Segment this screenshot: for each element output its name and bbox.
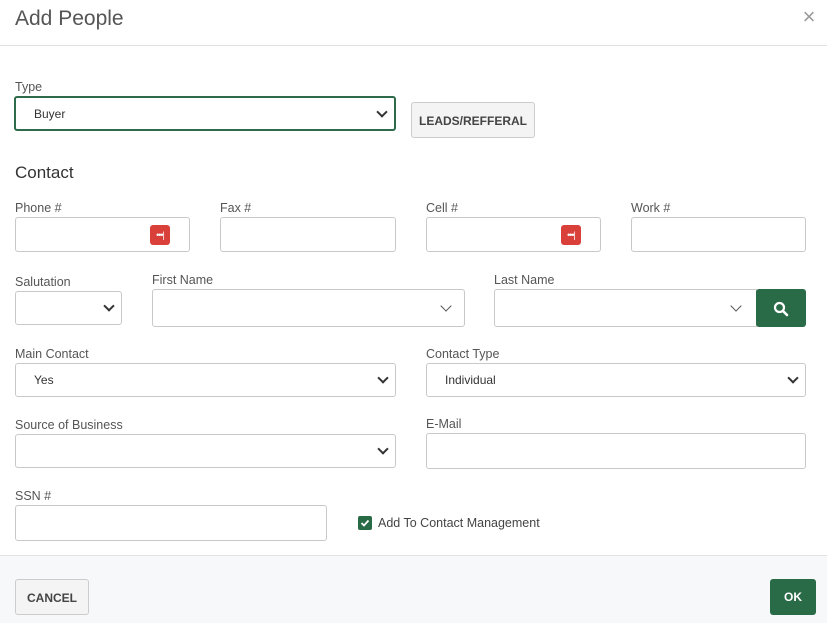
salutation-label: Salutation: [15, 275, 71, 289]
contact-type-value: Individual: [445, 373, 496, 387]
main-contact-label: Main Contact: [15, 347, 89, 361]
email-label: E-Mail: [426, 417, 462, 431]
type-select-value: Buyer: [34, 106, 66, 121]
chevron-down-icon: [377, 443, 389, 455]
add-to-contact-management-label[interactable]: Add To Contact Management: [378, 516, 540, 530]
source-of-business-label: Source of Business: [15, 418, 123, 432]
main-contact-select[interactable]: Yes: [15, 363, 396, 397]
type-select[interactable]: Buyer: [14, 96, 396, 131]
work-label: Work #: [631, 201, 671, 215]
checkmark-icon: [360, 519, 370, 527]
cell-input[interactable]: •••|: [426, 217, 601, 252]
main-contact-value: Yes: [34, 373, 54, 387]
work-input[interactable]: [631, 217, 806, 252]
add-to-contact-management-checkbox[interactable]: [358, 516, 372, 530]
chevron-down-icon: [787, 372, 799, 384]
cancel-button[interactable]: CANCEL: [15, 579, 89, 615]
search-button[interactable]: [756, 289, 806, 327]
email-input[interactable]: [426, 433, 806, 469]
ssn-label: SSN #: [15, 489, 52, 503]
contact-section-title: Contact: [15, 163, 74, 182]
dialog-header: Add People ×: [0, 0, 827, 46]
contact-type-select[interactable]: Individual: [426, 363, 806, 397]
source-of-business-select[interactable]: [15, 434, 396, 468]
first-name-combobox[interactable]: [152, 289, 465, 327]
chevron-down-icon: [377, 372, 389, 384]
first-name-label: First Name: [152, 273, 214, 287]
last-name-label: Last Name: [494, 273, 555, 287]
dialog-title: Add People: [15, 7, 124, 30]
cell-label: Cell #: [426, 201, 458, 215]
close-icon[interactable]: ×: [799, 6, 819, 28]
ok-button[interactable]: OK: [770, 579, 816, 615]
fax-input[interactable]: [220, 217, 396, 252]
chevron-down-icon: [376, 105, 388, 118]
last-name-combobox[interactable]: [494, 289, 757, 327]
ssn-input[interactable]: [15, 505, 327, 541]
type-label: Type: [15, 80, 43, 94]
password-manager-icon[interactable]: •••|: [561, 225, 581, 245]
leads-referral-button[interactable]: LEADS/REFFERAL: [411, 102, 535, 138]
fax-label: Fax #: [220, 201, 252, 215]
salutation-select[interactable]: [15, 291, 122, 325]
search-icon: [773, 301, 789, 317]
dialog-footer: CANCEL OK: [0, 555, 827, 623]
contact-type-label: Contact Type: [426, 347, 500, 361]
password-manager-icon[interactable]: •••|: [150, 225, 170, 245]
chevron-down-icon: [103, 300, 115, 312]
phone-input[interactable]: •••|: [15, 217, 190, 252]
phone-label: Phone #: [15, 201, 62, 215]
chevron-down-icon[interactable]: [730, 300, 742, 312]
chevron-down-icon[interactable]: [440, 300, 452, 312]
